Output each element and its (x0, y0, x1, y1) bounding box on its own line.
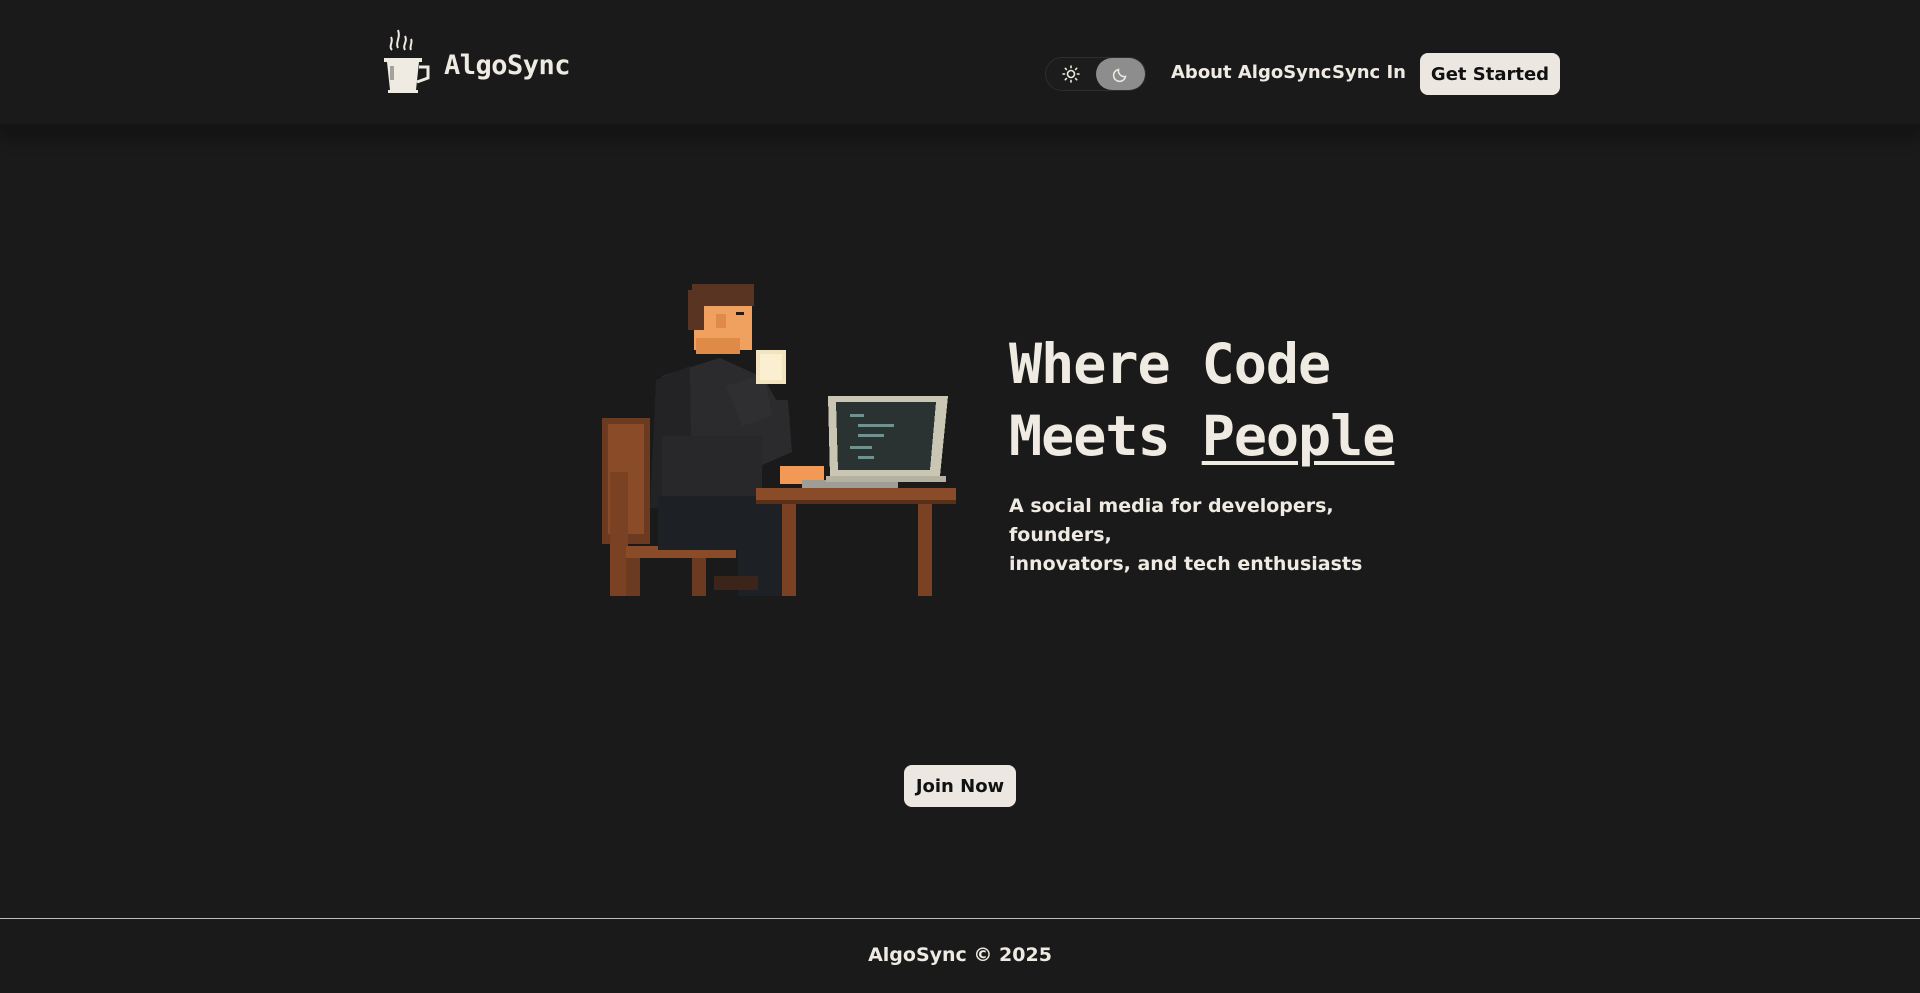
brand-name: AlgoSync (444, 49, 571, 81)
hero-title: Where Code Meets People (1009, 328, 1479, 472)
site-header: AlgoSync About AlgoSync Sync In Get Star… (0, 0, 1920, 146)
developer-illustration (602, 284, 956, 596)
join-now-button[interactable]: Join Now (904, 765, 1016, 807)
moon-icon (1112, 68, 1126, 83)
hero-title-line2: Meets (1009, 404, 1171, 468)
get-started-button[interactable]: Get Started (1420, 53, 1560, 95)
logo-link[interactable]: AlgoSync (382, 20, 571, 96)
hero-subtitle-line2: innovators, and tech enthusiasts (1009, 553, 1363, 575)
hero-subtitle-line1: A social media for developers, founders, (1009, 495, 1334, 546)
footer-copyright: AlgoSync © 2025 (868, 944, 1052, 966)
coffee-cup-logo-icon (384, 29, 430, 93)
light-mode-option[interactable] (1046, 57, 1095, 91)
dark-mode-option[interactable] (1096, 58, 1145, 90)
site-footer: AlgoSync © 2025 (0, 918, 1920, 993)
hero-subtitle: A social media for developers, founders,… (1009, 492, 1429, 579)
nav-about-link[interactable]: About AlgoSync (1171, 62, 1331, 83)
hero-title-highlight: People (1201, 404, 1396, 468)
hero-title-line1: Where Code (1009, 332, 1331, 396)
sun-icon (1061, 65, 1080, 83)
nav-sync-in-link[interactable]: Sync In (1332, 62, 1406, 83)
theme-toggle[interactable] (1045, 57, 1146, 91)
